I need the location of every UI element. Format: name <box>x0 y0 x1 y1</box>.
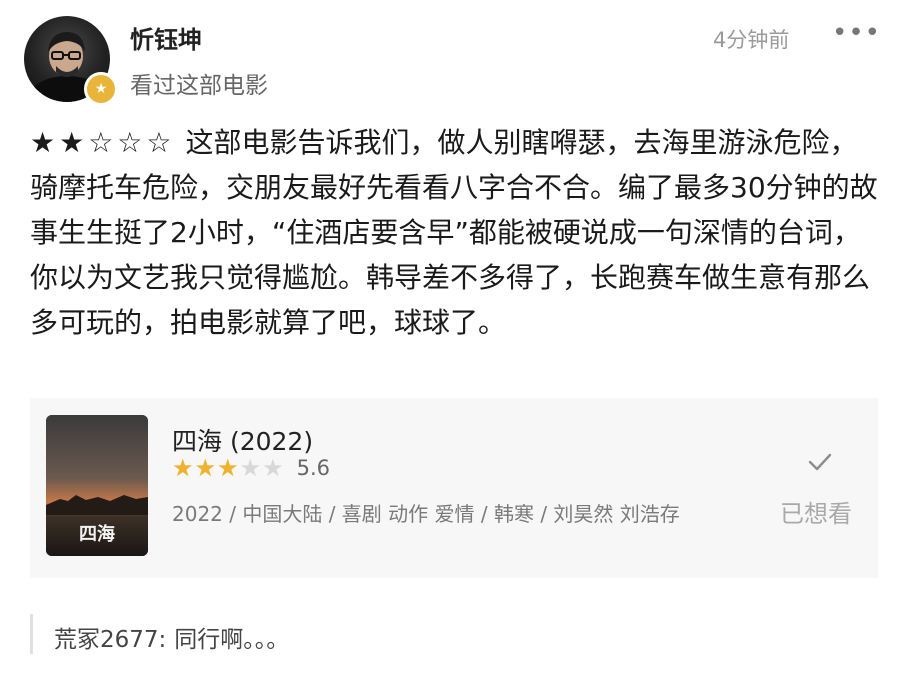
poster-title: 四海 <box>79 523 115 545</box>
rating-score: 5.6 <box>296 456 330 480</box>
movie-meta: 2022 / 中国大陆 / 喜剧 动作 爱情 / 韩寒 / 刘昊然 刘浩存 <box>172 502 680 526</box>
reply-comment[interactable]: 荒冢2677: 同行啊。。。 <box>54 620 289 654</box>
movie-rating: ★★★★★ ★★★★★ 5.6 <box>172 456 330 480</box>
check-icon[interactable] <box>806 448 834 476</box>
rating-stars: ★★★★★ ★★★★★ <box>172 454 285 482</box>
watch-status: 看过这部电影 <box>130 73 268 99</box>
more-dots-icon[interactable]: ••• <box>832 18 881 48</box>
vip-badge-icon: ★ <box>84 72 118 106</box>
wish-status-button[interactable]: 已想看 <box>780 494 852 529</box>
movie-poster[interactable]: 四海 <box>46 415 148 556</box>
comment-text: 同行啊。。。 <box>174 627 290 653</box>
comment-author[interactable]: 荒冢2677: <box>54 627 166 653</box>
username[interactable]: 忻钰坤 <box>130 20 202 55</box>
review-body: ★★☆☆☆ 这部电影告诉我们，做人别瞎嘚瑟，去海里游泳危险，骑摩托车危险，交朋友最… <box>30 120 880 345</box>
review-stars: ★★☆☆☆ <box>30 126 176 159</box>
comment-divider <box>30 614 33 654</box>
movie-card[interactable]: 四海 四海 (2022) ★★★★★ ★★★★★ 5.6 2022 / 中国大陆… <box>30 398 878 578</box>
post-time: 4分钟前 <box>713 28 790 52</box>
movie-title[interactable]: 四海 (2022) <box>172 422 313 458</box>
